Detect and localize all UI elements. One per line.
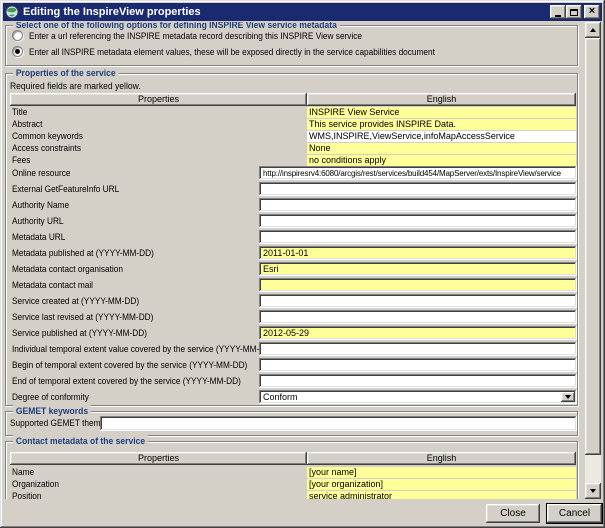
minimize-button[interactable] — [550, 5, 566, 19]
contact-column-header-english: English — [307, 452, 576, 465]
field-label: Authority Name — [12, 199, 69, 211]
field-label: Online resource — [12, 167, 70, 179]
close-icon: × — [589, 6, 595, 17]
field-label: Metadata contact organisation — [12, 263, 123, 275]
degree-of-conformity-dropdown[interactable]: Conform — [259, 390, 577, 404]
gemet-group-label: GEMET keywords — [13, 405, 91, 418]
dialog-content: Select one of the following options for … — [4, 22, 585, 499]
field-value-cell[interactable]: WMS,INSPIRE,ViewService,infoMapAccessSer… — [307, 131, 576, 142]
dialog-scroll-area: Select one of the following options for … — [4, 22, 585, 499]
scroll-up-icon — [590, 28, 596, 32]
maximize-button[interactable] — [566, 5, 582, 19]
contact-group-label: Contact metadata of the service — [13, 435, 148, 448]
dialog-window: Editing the InspireView properties × Sel… — [0, 0, 605, 528]
field-label: Metadata published at (YYYY-MM-DD) — [12, 247, 154, 259]
field-value-cell[interactable]: [your organization] — [307, 479, 576, 490]
field-input[interactable] — [259, 246, 577, 260]
field-label: Service created at (YYYY-MM-DD) — [12, 295, 139, 307]
field-value-cell[interactable]: INSPIRE View Service — [307, 107, 576, 118]
field-label: Metadata URL — [12, 231, 65, 243]
field-value-cell[interactable]: [your name] — [307, 467, 576, 478]
field-input[interactable] — [259, 262, 577, 276]
contact-column-header-properties: Properties — [10, 452, 307, 465]
scroll-up-button[interactable] — [585, 22, 601, 38]
field-input[interactable] — [259, 214, 577, 228]
radio-metadata-values-label[interactable]: Enter all INSPIRE metadata element value… — [29, 46, 435, 58]
minimize-icon — [555, 15, 561, 17]
required-fields-note: Required fields are marked yellow. — [10, 81, 141, 92]
chevron-down-icon — [565, 395, 571, 399]
field-value-cell[interactable]: This service provides INSPIRE Data. — [307, 119, 576, 130]
cancel-button[interactable]: Cancel — [546, 503, 603, 524]
field-label: Abstract — [12, 119, 42, 130]
field-label-degree-of-conformity: Degree of conformity — [12, 392, 89, 403]
field-label: Organization — [12, 479, 59, 490]
field-value-cell[interactable]: None — [307, 143, 576, 154]
field-label: Begin of temporal extent covered by the … — [12, 359, 247, 371]
field-label: Service published at (YYYY-MM-DD) — [12, 327, 147, 339]
field-label: Position — [12, 491, 41, 499]
properties-group-label: Properties of the service — [13, 67, 118, 80]
radio-metadata-url-label[interactable]: Enter a url referencing the INSPIRE meta… — [29, 30, 362, 42]
field-input[interactable] — [259, 166, 577, 180]
field-input[interactable] — [259, 342, 577, 356]
field-label: Service last revised at (YYYY-MM-DD) — [12, 311, 153, 323]
field-label: Metadata contact mail — [12, 279, 93, 291]
field-input[interactable] — [259, 310, 577, 324]
field-label: Fees — [12, 155, 30, 166]
title-bar[interactable]: Editing the InspireView properties × — [3, 3, 602, 21]
field-label: Name — [12, 467, 34, 478]
field-label: Access constraints — [12, 143, 81, 154]
column-header-properties: Properties — [10, 93, 307, 106]
titlebar-close-button[interactable]: × — [584, 5, 600, 19]
field-label: External GetFeatureInfo URL — [12, 183, 119, 195]
gemet-themes-input[interactable] — [100, 416, 577, 431]
gemet-themes-label: Supported GEMET themes — [10, 418, 109, 429]
column-header-english: English — [307, 93, 576, 106]
field-label: Individual temporal extent value covered… — [12, 343, 274, 355]
scrollbar-thumb[interactable] — [585, 38, 601, 455]
field-value-cell[interactable]: service administrator — [307, 491, 576, 499]
vertical-scrollbar[interactable] — [585, 22, 601, 499]
maximize-icon — [570, 9, 578, 16]
field-input[interactable] — [259, 182, 577, 196]
dropdown-selected-value: Conform — [263, 392, 298, 402]
field-value-cell[interactable]: no conditions apply — [307, 155, 576, 166]
field-input[interactable] — [259, 326, 577, 340]
close-button[interactable]: Close — [486, 504, 540, 523]
field-input[interactable] — [259, 230, 577, 244]
field-input[interactable] — [259, 294, 577, 308]
scroll-down-icon — [590, 489, 596, 493]
titlebar-buttons: × — [550, 5, 600, 19]
field-label: Common keywords — [12, 131, 83, 142]
radio-metadata-values-option[interactable] — [12, 46, 23, 57]
field-label: End of temporal extent covered by the se… — [12, 375, 241, 387]
field-input[interactable] — [259, 358, 577, 372]
field-input[interactable] — [259, 374, 577, 388]
field-input[interactable] — [259, 198, 577, 212]
field-input[interactable] — [259, 278, 577, 292]
dropdown-arrow-button[interactable] — [561, 392, 575, 402]
field-label: Title — [12, 107, 27, 118]
scroll-down-button[interactable] — [585, 483, 601, 499]
globe-window-icon — [5, 5, 19, 19]
window-title: Editing the InspireView properties — [23, 6, 550, 18]
radio-metadata-url-option[interactable] — [12, 30, 23, 41]
field-label: Authority URL — [12, 215, 64, 227]
